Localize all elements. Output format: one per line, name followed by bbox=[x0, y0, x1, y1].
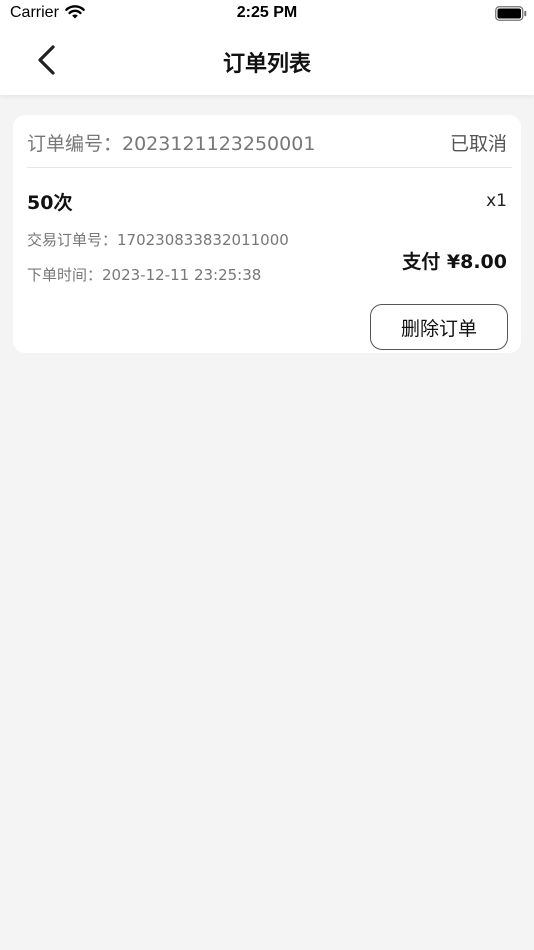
navigation-bar: 订单列表 bbox=[0, 28, 534, 94]
order-card: 订单编号：2023121123250001 已取消 50次 x1 交易订单号：1… bbox=[13, 115, 521, 353]
product-quantity: x1 bbox=[486, 191, 507, 211]
order-status-badge: 已取消 bbox=[449, 133, 507, 155]
payment-amount: 支付 ¥8.00 bbox=[402, 251, 507, 273]
order-number: 订单编号：2023121123250001 bbox=[27, 133, 316, 155]
page-title: 订单列表 bbox=[222, 52, 311, 77]
battery-icon bbox=[495, 6, 527, 21]
status-bar: Carrier 2:25 PM bbox=[0, 0, 534, 28]
divider bbox=[27, 167, 512, 168]
product-name: 50次 bbox=[27, 192, 73, 214]
order-time: 下单时间：2023-12-11 23:25:38 bbox=[27, 266, 262, 284]
delete-order-button[interactable]: 删除订单 bbox=[370, 304, 508, 350]
status-time: 2:25 PM bbox=[236, 4, 298, 21]
trade-order-number: 交易订单号：170230833832011000 bbox=[27, 231, 289, 249]
top-bar: Carrier 2:25 PM 订单列表 bbox=[0, 0, 534, 95]
